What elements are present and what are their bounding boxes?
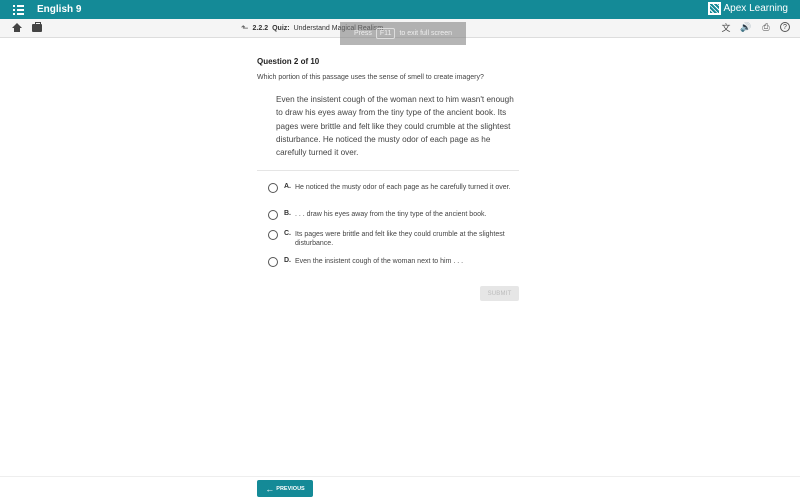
option-b[interactable]: B. . . . draw his eyes away from the tin…	[268, 209, 517, 220]
option-letter: B.	[284, 210, 291, 217]
option-text: . . . draw his eyes away from the tiny t…	[295, 211, 487, 218]
read-aloud-icon[interactable]: 🔊	[740, 21, 752, 33]
right-tools: 文 🔊 ⎙ ?	[720, 21, 790, 33]
option-text: Its pages were brittle and felt like the…	[295, 231, 505, 247]
option-letter: C.	[284, 230, 291, 237]
arrow-left-icon: ←	[265, 483, 275, 494]
fullscreen-notice: Press F11 to exit full screen	[340, 22, 466, 45]
option-text: Even the insistent cough of the woman ne…	[295, 258, 464, 265]
divider	[257, 170, 519, 171]
radio-button[interactable]	[268, 230, 278, 240]
radio-button[interactable]	[268, 210, 278, 220]
briefcase-icon[interactable]	[32, 22, 42, 32]
fullscreen-message: to exit full screen	[399, 30, 452, 37]
course-title: English 9	[37, 4, 82, 15]
radio-button[interactable]	[268, 183, 278, 193]
option-a[interactable]: A. He noticed the musty odor of each pag…	[268, 182, 517, 193]
fullscreen-press-text: Press	[354, 30, 372, 37]
fullscreen-key: F11	[375, 28, 396, 39]
question-prompt: Which portion of this passage uses the s…	[257, 74, 484, 81]
activity-type: Quiz:	[272, 25, 290, 32]
lesson-number: 2.2.2	[252, 25, 269, 32]
menu-icon[interactable]	[13, 4, 27, 15]
brand-name: Apex Learning	[723, 3, 789, 14]
submit-button[interactable]: SUBMIT	[480, 286, 519, 301]
previous-label: PREVIOUS	[276, 485, 305, 492]
home-icon[interactable]	[12, 23, 22, 33]
apex-logo-icon	[707, 2, 721, 15]
option-letter: A.	[284, 183, 291, 190]
question-number: Question 2 of 10	[257, 57, 320, 66]
passage: Even the insistent cough of the woman ne…	[276, 95, 514, 158]
previous-button[interactable]: ← PREVIOUS	[257, 480, 313, 497]
help-icon[interactable]: ?	[780, 22, 790, 32]
option-letter: D.	[284, 257, 291, 264]
option-text: He noticed the musty odor of each page a…	[295, 184, 511, 191]
radio-button[interactable]	[268, 257, 278, 267]
option-d[interactable]: D. Even the insistent cough of the woman…	[268, 256, 517, 267]
translate-icon[interactable]: 文	[720, 21, 732, 33]
top-bar: English 9 Apex Learning	[0, 0, 800, 19]
print-icon[interactable]: ⎙	[760, 21, 772, 33]
brand-logo: Apex Learning	[707, 2, 789, 15]
option-c[interactable]: C. Its pages were brittle and felt like …	[268, 229, 517, 248]
up-arrow-icon[interactable]: ⬑	[241, 23, 249, 34]
footer-divider	[0, 476, 800, 477]
